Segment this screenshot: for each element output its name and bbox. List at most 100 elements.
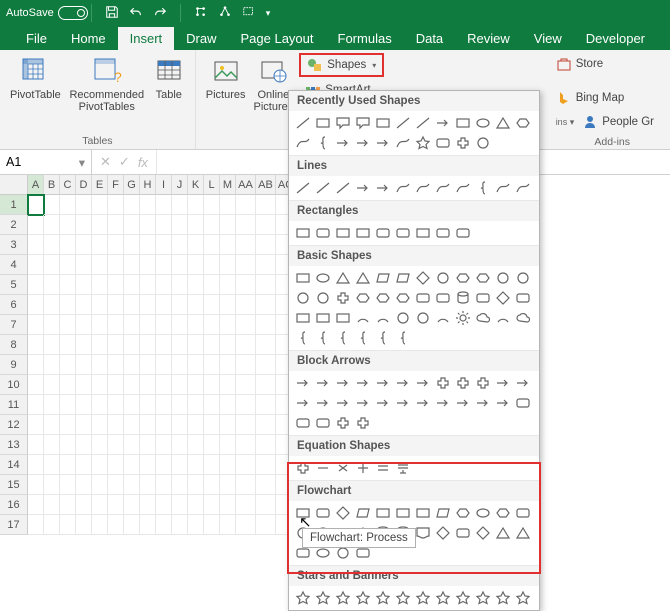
cell[interactable] xyxy=(108,215,124,235)
shape-item[interactable] xyxy=(513,113,533,133)
cell[interactable] xyxy=(140,355,156,375)
cell[interactable] xyxy=(236,375,256,395)
shape-item[interactable] xyxy=(473,133,493,153)
cell[interactable] xyxy=(188,375,204,395)
cell[interactable] xyxy=(256,435,276,455)
cell[interactable] xyxy=(204,355,220,375)
shape-item[interactable] xyxy=(473,588,493,608)
cell[interactable] xyxy=(44,435,60,455)
pivot-table-button[interactable]: PivotTable xyxy=(6,53,65,103)
shape-item[interactable] xyxy=(313,588,333,608)
cell[interactable] xyxy=(108,495,124,515)
cell[interactable] xyxy=(124,315,140,335)
shapes-button[interactable]: Shapes ▾ xyxy=(299,53,384,77)
shape-item[interactable] xyxy=(413,223,433,243)
cell[interactable] xyxy=(28,275,44,295)
shape-item[interactable] xyxy=(433,133,453,153)
fx-icon[interactable]: fх xyxy=(138,155,148,170)
cell[interactable] xyxy=(76,355,92,375)
shape-item[interactable] xyxy=(353,328,373,348)
cell[interactable] xyxy=(236,315,256,335)
shape-item[interactable] xyxy=(433,523,453,543)
shape-item[interactable] xyxy=(313,413,333,433)
shape-item[interactable] xyxy=(313,393,333,413)
cell[interactable] xyxy=(76,215,92,235)
cell[interactable] xyxy=(172,415,188,435)
shape-item[interactable] xyxy=(493,288,513,308)
cell[interactable] xyxy=(28,195,44,215)
cell[interactable] xyxy=(188,455,204,475)
cell[interactable] xyxy=(60,475,76,495)
cell[interactable] xyxy=(28,515,44,535)
cell[interactable] xyxy=(76,415,92,435)
shape-item[interactable] xyxy=(393,328,413,348)
cell[interactable] xyxy=(256,475,276,495)
cell[interactable] xyxy=(204,435,220,455)
shape-item[interactable] xyxy=(313,328,333,348)
col-head[interactable]: B xyxy=(44,175,60,195)
cell[interactable] xyxy=(156,195,172,215)
shape-item[interactable] xyxy=(493,178,513,198)
cell[interactable] xyxy=(28,455,44,475)
cell[interactable] xyxy=(60,255,76,275)
cell[interactable] xyxy=(60,395,76,415)
cell[interactable] xyxy=(44,195,60,215)
cell[interactable] xyxy=(204,495,220,515)
shape-item[interactable] xyxy=(393,178,413,198)
shape-item[interactable] xyxy=(473,178,493,198)
cell[interactable] xyxy=(204,295,220,315)
shape-item[interactable] xyxy=(293,328,313,348)
store-button[interactable]: Store xyxy=(550,54,610,74)
row-head[interactable]: 2 xyxy=(0,215,28,235)
cell[interactable] xyxy=(44,235,60,255)
cell[interactable] xyxy=(92,215,108,235)
shape-item[interactable] xyxy=(413,523,433,543)
cell[interactable] xyxy=(172,235,188,255)
cell[interactable] xyxy=(124,375,140,395)
cell[interactable] xyxy=(28,375,44,395)
shape-item[interactable] xyxy=(453,223,473,243)
cell[interactable] xyxy=(204,315,220,335)
cell[interactable] xyxy=(172,275,188,295)
cell[interactable] xyxy=(156,435,172,455)
cell[interactable] xyxy=(204,335,220,355)
shape-item[interactable] xyxy=(413,588,433,608)
cell[interactable] xyxy=(60,515,76,535)
qat-icon-2[interactable] xyxy=(218,5,232,22)
table-button[interactable]: Table xyxy=(149,53,189,103)
shape-item[interactable] xyxy=(293,458,313,478)
col-head[interactable]: AB xyxy=(256,175,276,195)
shape-item[interactable] xyxy=(513,503,533,523)
qat-icon-3[interactable] xyxy=(242,5,256,22)
cell[interactable] xyxy=(92,335,108,355)
shape-item[interactable] xyxy=(353,288,373,308)
cell[interactable] xyxy=(124,395,140,415)
cell[interactable] xyxy=(256,295,276,315)
cell[interactable] xyxy=(236,335,256,355)
tab-review[interactable]: Review xyxy=(455,27,522,50)
tab-formulas[interactable]: Formulas xyxy=(326,27,404,50)
cell[interactable] xyxy=(188,355,204,375)
cell[interactable] xyxy=(60,195,76,215)
shape-item[interactable] xyxy=(373,503,393,523)
cell[interactable] xyxy=(60,415,76,435)
cell[interactable] xyxy=(172,395,188,415)
shape-item[interactable] xyxy=(453,133,473,153)
cell[interactable] xyxy=(188,475,204,495)
cell[interactable] xyxy=(256,455,276,475)
shape-item[interactable] xyxy=(293,133,313,153)
cell[interactable] xyxy=(236,255,256,275)
cell[interactable] xyxy=(140,475,156,495)
cell[interactable] xyxy=(140,195,156,215)
cell[interactable] xyxy=(76,275,92,295)
cell[interactable] xyxy=(172,355,188,375)
cell[interactable] xyxy=(220,475,236,495)
cell[interactable] xyxy=(108,195,124,215)
cell[interactable] xyxy=(44,255,60,275)
row-head[interactable]: 8 xyxy=(0,335,28,355)
col-head[interactable]: D xyxy=(76,175,92,195)
shape-item[interactable] xyxy=(373,393,393,413)
cell[interactable] xyxy=(188,215,204,235)
shape-item[interactable] xyxy=(293,503,313,523)
shape-item[interactable] xyxy=(513,308,533,328)
